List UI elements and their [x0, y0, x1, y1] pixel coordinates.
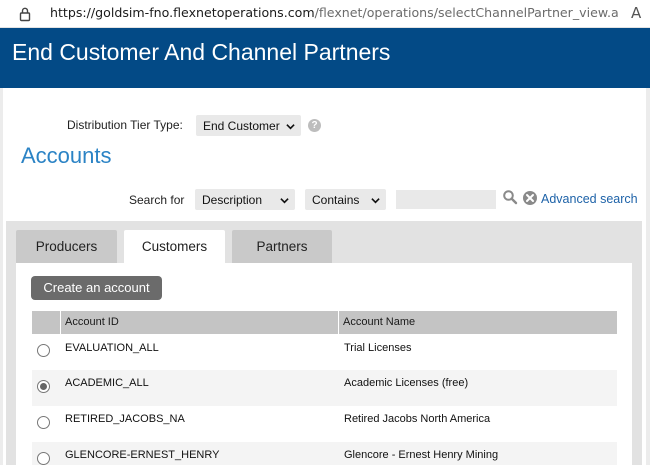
account-id: ACADEMIC_ALL: [65, 377, 149, 389]
search-operator-value: Contains: [312, 193, 360, 207]
chevron-down-icon: [371, 198, 380, 204]
account-name: Academic Licenses (free): [344, 377, 469, 389]
chevron-down-icon: [280, 198, 289, 204]
url-path: /flexnet/operations/selectChannelPartner…: [314, 5, 620, 20]
tab-partners[interactable]: Partners: [232, 230, 332, 264]
tab-producers[interactable]: Producers: [16, 230, 117, 264]
help-icon[interactable]: ?: [308, 119, 321, 132]
search-operator-select[interactable]: Contains: [305, 189, 386, 210]
page-title: End Customer And Channel Partners: [12, 39, 391, 65]
account-id: GLENCORE-ERNEST_HENRY: [65, 449, 220, 461]
column-header-account-id[interactable]: Account ID: [61, 311, 338, 334]
account-id: EVALUATION_ALL: [65, 342, 159, 354]
distribution-tier-value: End Customer: [203, 119, 280, 133]
url-text[interactable]: https://goldsim-fno.flexnetoperations.co…: [50, 5, 620, 20]
column-header-account-name[interactable]: Account Name: [339, 311, 617, 334]
lock-icon: [19, 7, 31, 22]
advanced-search-link[interactable]: Advanced search: [541, 192, 638, 206]
page-header: End Customer And Channel Partners: [0, 28, 650, 88]
browser-address-bar[interactable]: https://goldsim-fno.flexnetoperations.co…: [0, 0, 650, 28]
distribution-tier-label: Distribution Tier Type:: [67, 118, 183, 132]
chevron-down-icon: [286, 124, 295, 130]
search-field-select[interactable]: Description: [195, 189, 295, 210]
table-row[interactable]: RETIRED_JACOBS_NA Retired Jacobs North A…: [32, 406, 617, 442]
url-host: https://goldsim-fno.flexnetoperations.co…: [50, 5, 315, 20]
row-radio[interactable]: [37, 452, 50, 465]
clear-search-icon[interactable]: [522, 190, 538, 206]
frame-border-right: [646, 88, 650, 465]
tab-customers[interactable]: Customers: [124, 230, 225, 266]
reader-view-icon[interactable]: A: [631, 4, 641, 22]
table-row[interactable]: ACADEMIC_ALL Academic Licenses (free): [32, 370, 617, 406]
search-input[interactable]: [396, 190, 496, 209]
search-for-label: Search for: [129, 193, 185, 207]
table-row[interactable]: EVALUATION_ALL Trial Licenses: [32, 334, 617, 370]
row-radio-selected[interactable]: [37, 380, 50, 393]
account-name: Retired Jacobs North America: [344, 413, 491, 425]
create-account-button[interactable]: Create an account: [31, 276, 162, 300]
row-radio[interactable]: [37, 416, 50, 429]
frame-border-left: [0, 88, 3, 465]
row-radio[interactable]: [37, 344, 50, 357]
table-row[interactable]: GLENCORE-ERNEST_HENRY Glencore - Ernest …: [32, 442, 617, 465]
distribution-tier-select[interactable]: End Customer: [196, 115, 301, 136]
account-id: RETIRED_JACOBS_NA: [65, 413, 185, 425]
account-name: Trial Licenses: [344, 342, 412, 354]
accounts-heading: Accounts: [21, 143, 112, 168]
search-icon[interactable]: [502, 189, 518, 205]
search-field-value: Description: [202, 193, 263, 207]
account-name: Glencore - Ernest Henry Mining: [344, 449, 499, 461]
